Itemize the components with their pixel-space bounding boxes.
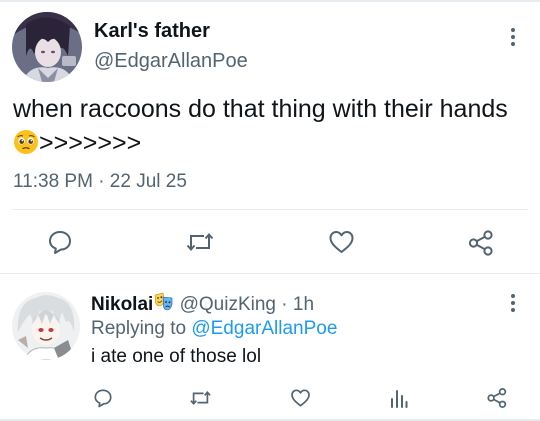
divider [0,273,540,274]
more-options-icon[interactable] [510,294,516,315]
reply-header: Nikolai @QuizKing · 1h [91,292,314,316]
reply-age[interactable]: 1h [293,294,314,315]
avatar[interactable] [12,12,82,82]
more-options-icon[interactable] [510,28,516,49]
display-name[interactable]: Karl's father [94,20,210,43]
replying-to-line: Replying to @EdgarAllanPoe [91,318,337,340]
reply-handle[interactable]: @QuizKing [180,294,276,315]
pleading-face-emoji-icon [13,129,39,155]
share-icon[interactable] [467,229,495,262]
like-icon[interactable] [290,388,311,413]
theater-masks-emoji-icon [154,292,174,312]
share-icon[interactable] [486,387,508,414]
tweet-text: when raccoons do that thing with their h… [13,92,533,160]
tweet-text-suffix: >>>>>>> [39,129,142,157]
replying-to-mention[interactable]: @EdgarAllanPoe [191,318,337,339]
replying-prefix: Replying to [91,318,192,339]
user-handle[interactable]: @EdgarAllanPoe [94,50,248,73]
reply-icon[interactable] [93,388,113,413]
reply-display-name[interactable]: Nikolai [91,294,153,315]
reply-text: i ate one of those lol [91,346,262,367]
retweet-icon[interactable] [185,229,215,260]
tweet-timestamp[interactable]: 11:38 PM · 22 Jul 25 [13,171,187,193]
like-icon[interactable] [328,229,355,260]
reply-icon[interactable] [47,229,73,260]
avatar[interactable] [12,292,80,360]
top-divider [0,0,540,2]
tweet-text-body: when raccoons do that thing with their h… [13,95,508,123]
retweet-icon[interactable] [189,388,212,413]
analytics-icon[interactable] [390,388,408,413]
divider [12,209,528,210]
meta-separator: · [275,294,293,315]
